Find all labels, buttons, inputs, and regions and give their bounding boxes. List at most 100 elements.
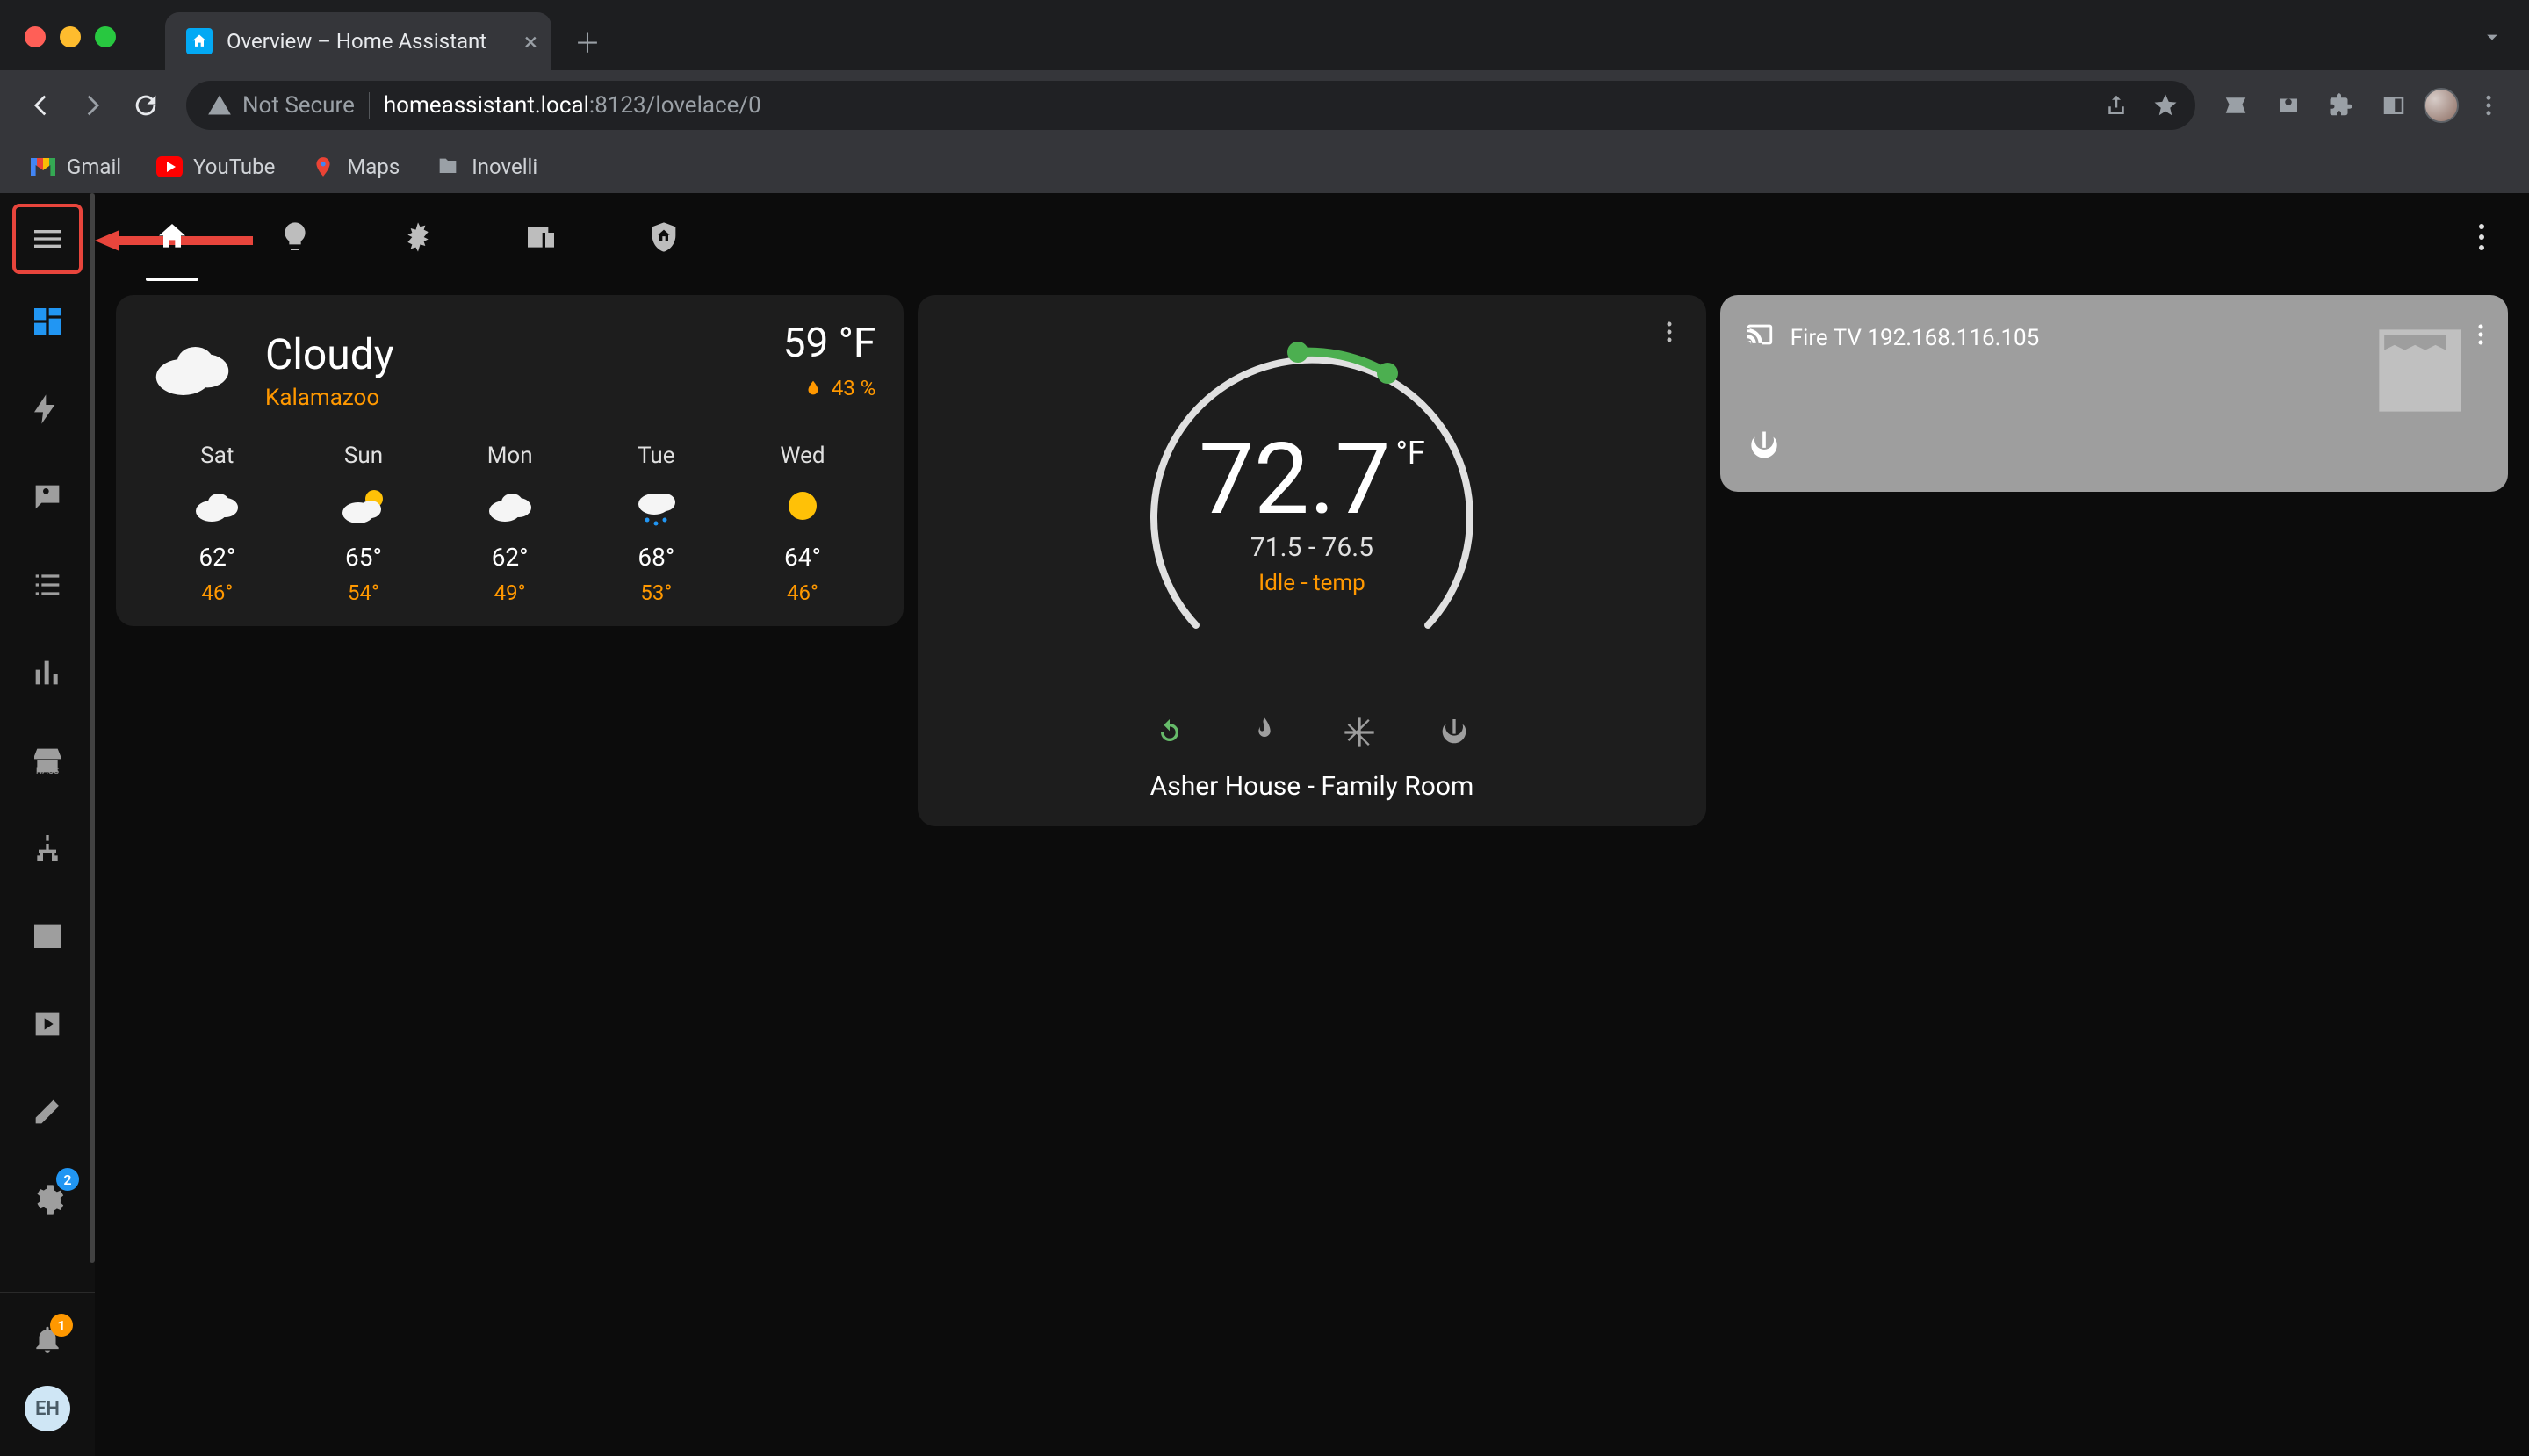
weather-humidity: 43 % [783, 376, 876, 400]
extension-2-button[interactable] [2266, 83, 2311, 128]
nav-reload-button[interactable] [123, 83, 169, 128]
media-art-placeholder-icon [2359, 309, 2482, 432]
weather-forecast: Sat 62° 46° Sun 65° 54° Mon [144, 443, 875, 605]
view-tab-devices[interactable] [506, 193, 576, 281]
sidebar-toggle-button[interactable] [12, 204, 83, 274]
mode-auto-button[interactable] [1147, 710, 1192, 755]
sidebar-item-energy[interactable] [21, 383, 74, 436]
forecast-high: 64° [784, 543, 821, 572]
side-panel-button[interactable] [2371, 83, 2417, 128]
sidebar-item-terminal[interactable] [21, 910, 74, 962]
sidebar-item-media[interactable] [21, 998, 74, 1050]
share-button[interactable] [2095, 84, 2137, 126]
extensions-button[interactable] [2318, 83, 2364, 128]
window-minimize-button[interactable] [60, 26, 81, 47]
gmail-icon [30, 154, 56, 180]
weather-card[interactable]: Cloudy Kalamazoo 59 °F 43 % [116, 295, 904, 626]
browser-toolbar: Not Secure homeassistant.local :8123/lov… [0, 70, 2529, 141]
extension-1-button[interactable] [2213, 83, 2259, 128]
media-power-button[interactable] [1745, 427, 1783, 469]
media-player-card[interactable]: Fire TV 192.168.116.105 [1720, 295, 2508, 492]
browser-tab-active[interactable]: Overview – Home Assistant × [165, 12, 551, 70]
security-label: Not Secure [242, 92, 355, 119]
new-tab-button[interactable]: ＋ [566, 19, 609, 63]
tab-search-button[interactable] [2480, 25, 2504, 53]
toolbar-actions [2213, 83, 2511, 128]
forecast-low: 54° [348, 580, 379, 605]
tab-favicon [186, 28, 213, 54]
window-close-button[interactable] [25, 26, 46, 47]
view-tab-home[interactable] [137, 193, 207, 281]
nav-forward-button[interactable] [70, 83, 116, 128]
sidebar-item-list[interactable] [21, 559, 74, 611]
forecast-name: Tue [638, 443, 674, 469]
window-controls [25, 26, 116, 47]
sidebar-scrollbar[interactable] [90, 193, 95, 1263]
forecast-name: Sat [200, 443, 234, 469]
forecast-name: Sun [344, 443, 383, 469]
dashboard-menu-button[interactable] [2455, 211, 2508, 263]
humidity-icon [803, 378, 823, 398]
bookmark-inovelli[interactable]: Inovelli [428, 148, 544, 185]
bookmark-label: YouTube [193, 155, 275, 179]
sidebar-items: HACS 2 [0, 295, 95, 1226]
bookmark-label: Inovelli [472, 155, 537, 179]
forecast-day: Tue 68° 53° [583, 443, 730, 605]
folder-icon [435, 154, 461, 180]
sidebar-item-hacs[interactable]: HACS [21, 734, 74, 787]
sidebar-item-settings[interactable]: 2 [21, 1173, 74, 1226]
forecast-high: 62° [492, 543, 529, 572]
view-tab-bar [95, 193, 2529, 281]
bookmark-gmail[interactable]: Gmail [23, 148, 128, 185]
thermostat-dial[interactable]: 72.7 °F 71.5 - 76.5 Idle - temp [1119, 316, 1505, 703]
card-menu-button[interactable] [1650, 313, 1689, 351]
sidebar-item-history[interactable] [21, 646, 74, 699]
view-tab-security[interactable] [629, 193, 699, 281]
forecast-day: Sun 65° 54° [291, 443, 437, 605]
notifications-badge: 1 [50, 1314, 73, 1337]
divider [369, 92, 370, 119]
sidebar-item-devtools[interactable] [21, 1085, 74, 1138]
bookmark-label: Gmail [67, 155, 121, 179]
user-initials: EH [35, 1398, 60, 1420]
notifications-button[interactable]: 1 [25, 1317, 69, 1361]
warning-icon [207, 93, 232, 118]
browser-window: Overview – Home Assistant × ＋ Not Secure… [0, 0, 2529, 1456]
media-title: Fire TV 192.168.116.105 [1790, 325, 2040, 351]
view-tab-lights[interactable] [260, 193, 330, 281]
weather-location: Kalamazoo [265, 385, 394, 411]
sidebar-item-overview[interactable] [21, 295, 74, 348]
address-bar[interactable]: Not Secure homeassistant.local :8123/lov… [186, 81, 2195, 130]
profile-avatar-button[interactable] [2424, 88, 2459, 123]
weather-cloudy-icon [482, 478, 538, 534]
thermostat-modes [1147, 710, 1477, 755]
nav-back-button[interactable] [18, 83, 63, 128]
sidebar-item-network[interactable] [21, 822, 74, 875]
weather-temperature: 59 °F [783, 320, 876, 367]
view-tab-climate[interactable] [383, 193, 453, 281]
mode-off-button[interactable] [1431, 710, 1477, 755]
bookmark-maps[interactable]: Maps [303, 148, 407, 185]
mode-heat-button[interactable] [1242, 710, 1287, 755]
tab-close-button[interactable]: × [524, 27, 537, 56]
home-assistant-app: HACS 2 1 EH [0, 193, 2529, 1456]
window-zoom-button[interactable] [95, 26, 116, 47]
url-text: homeassistant.local :8123/lovelace/0 [384, 92, 761, 119]
weather-humidity-value: 43 % [832, 376, 876, 400]
chrome-menu-button[interactable] [2466, 83, 2511, 128]
bookmark-star-button[interactable] [2144, 84, 2187, 126]
maps-icon [310, 154, 336, 180]
forecast-high: 68° [638, 543, 674, 572]
weather-cloudy-icon [144, 320, 241, 420]
thermostat-card[interactable]: 72.7 °F 71.5 - 76.5 Idle - temp A [918, 295, 1705, 826]
youtube-icon [156, 154, 183, 180]
forecast-low: 53° [640, 580, 672, 605]
mode-cool-button[interactable] [1337, 710, 1382, 755]
sidebar-item-people[interactable] [21, 471, 74, 523]
bookmark-youtube[interactable]: YouTube [149, 148, 282, 185]
weather-sunny-icon [775, 478, 831, 534]
dashboard-grid: Cloudy Kalamazoo 59 °F 43 % [95, 281, 2529, 840]
sidebar: HACS 2 1 EH [0, 193, 95, 1456]
security-indicator[interactable]: Not Secure [207, 92, 355, 119]
user-avatar-button[interactable]: EH [25, 1386, 70, 1431]
